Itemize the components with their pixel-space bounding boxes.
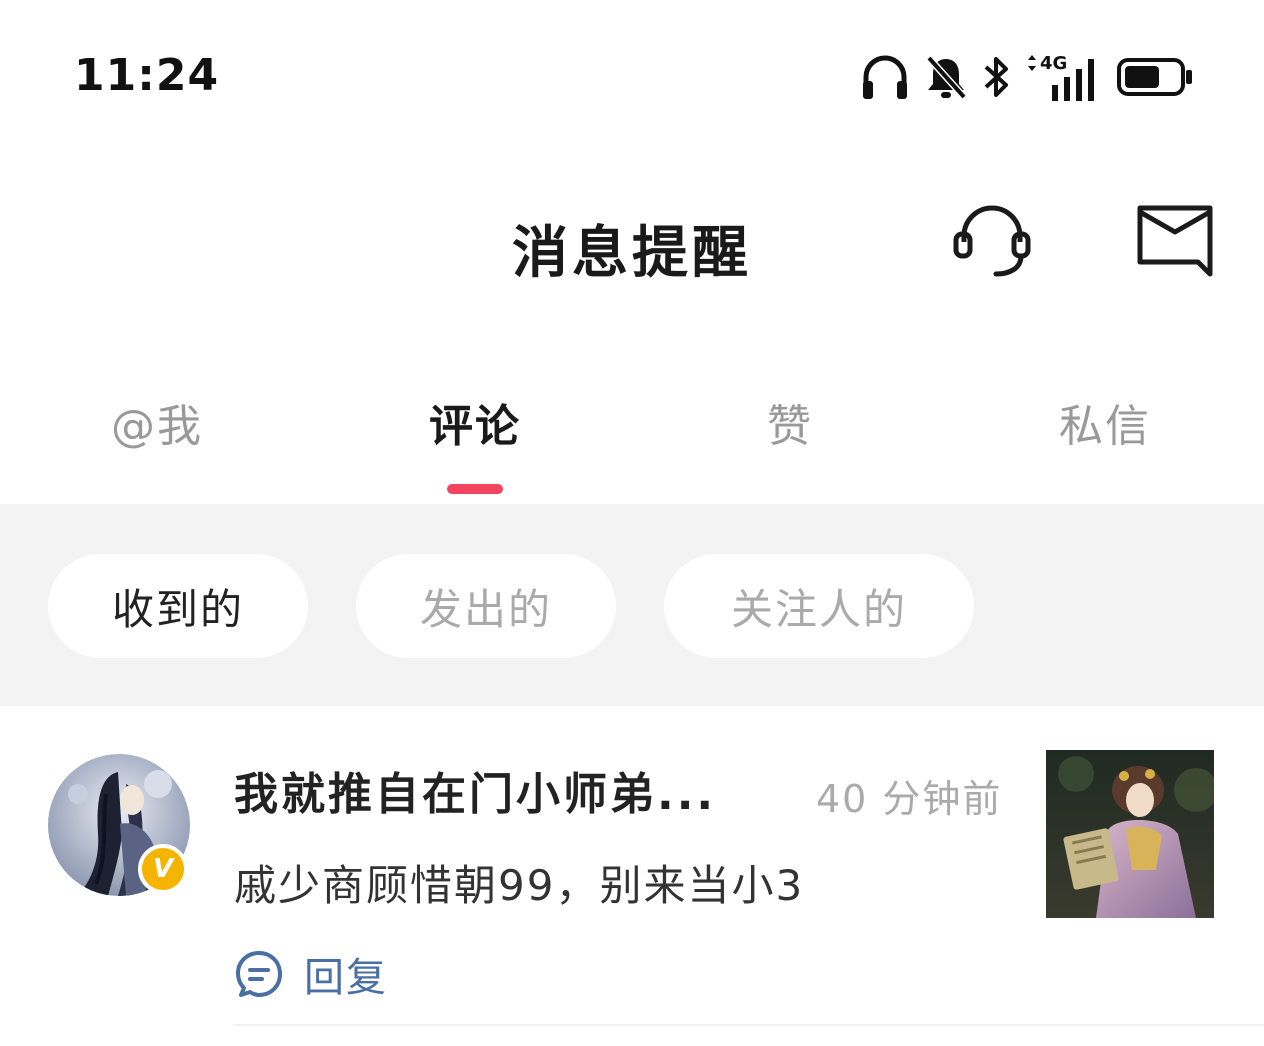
tab-private-messages[interactable]: 私信 <box>985 390 1225 454</box>
header: 消息提醒 <box>0 150 1264 330</box>
filter-sent[interactable]: 发出的 <box>356 554 616 658</box>
status-time: 11:24 <box>74 50 220 101</box>
network-type: 4G <box>1040 53 1067 74</box>
bluetooth-icon <box>982 53 1012 101</box>
message-tabs: @我 评论 赞 私信 <box>0 370 1264 504</box>
status-bar: 11:24 4G <box>0 0 1264 150</box>
tab-comments[interactable]: 评论 <box>355 390 595 454</box>
page-title: 消息提醒 <box>512 221 752 286</box>
post-thumbnail[interactable] <box>1046 750 1214 918</box>
comment-text[interactable]: 戚少商顾惜朝99，别来当小3 <box>234 852 804 913</box>
headset-icon <box>953 205 1031 277</box>
battery-icon <box>1116 55 1194 99</box>
status-icons: 4G <box>860 50 1194 104</box>
bell-off-icon <box>924 53 968 101</box>
tab-mention[interactable]: @我 <box>37 390 277 454</box>
customer-service-button[interactable] <box>950 198 1034 282</box>
filter-received[interactable]: 收到的 <box>48 554 308 658</box>
comment-bubble-icon <box>236 951 282 997</box>
signal-icon: 4G <box>1026 51 1102 103</box>
tab-likes[interactable]: 赞 <box>670 390 910 454</box>
reply-label: 回复 <box>304 955 388 1001</box>
headphones-icon <box>860 53 910 101</box>
verified-badge: V <box>138 844 188 894</box>
filter-bar: 收到的 发出的 关注人的 <box>0 504 1264 706</box>
sender-name[interactable]: 我就推自在门小师弟... <box>234 758 716 822</box>
mail-button[interactable] <box>1134 202 1216 278</box>
message-time: 40 分钟前 <box>816 777 1003 821</box>
list-item[interactable]: V 我就推自在门小师弟... 40 分钟前 戚少商顾惜朝99，别来当小3 回复 <box>0 706 1264 1046</box>
filter-following[interactable]: 关注人的 <box>664 554 974 658</box>
mail-icon <box>1137 205 1213 277</box>
divider <box>234 1024 1264 1026</box>
screen: 11:24 4G 消息提醒 @我 评论 赞 私信 收到的 发出的 关注人的 V … <box>0 0 1264 1046</box>
tab-active-indicator <box>447 484 503 494</box>
reply-button[interactable]: 回复 <box>234 946 388 1002</box>
